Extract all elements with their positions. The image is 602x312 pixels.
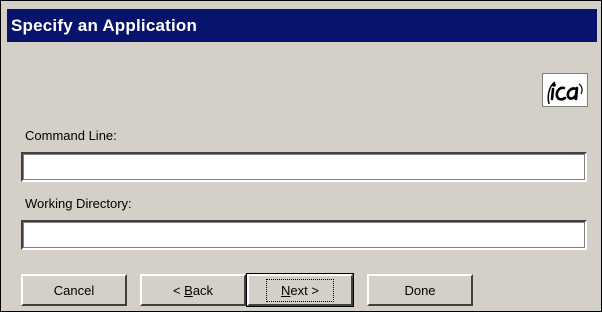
cancel-button[interactable]: Cancel xyxy=(21,274,127,306)
done-button[interactable]: Done xyxy=(367,274,473,306)
specify-application-dialog: Specify an Application Command Line: Wor… xyxy=(0,0,602,312)
cancel-button-label: Cancel xyxy=(53,282,95,298)
working-directory-input[interactable] xyxy=(21,220,587,250)
next-button-accelerator: N xyxy=(281,282,291,298)
back-button-suffix: ack xyxy=(192,282,214,298)
back-button[interactable]: < Back xyxy=(140,274,246,306)
back-button-prefix: < xyxy=(172,282,185,298)
next-button-suffix: ext > xyxy=(290,282,319,298)
next-button[interactable]: Next > xyxy=(246,273,354,307)
dialog-title: Specify an Application xyxy=(11,15,198,35)
command-line-label: Command Line: xyxy=(25,128,117,143)
title-bar: Specify an Application xyxy=(7,9,597,42)
next-button-focus: Next > xyxy=(266,278,334,302)
command-line-input[interactable] xyxy=(21,152,587,182)
done-button-label: Done xyxy=(404,282,436,298)
ica-logo-icon xyxy=(542,73,588,107)
back-button-accelerator: B xyxy=(184,282,193,298)
working-directory-label: Working Directory: xyxy=(25,196,132,211)
